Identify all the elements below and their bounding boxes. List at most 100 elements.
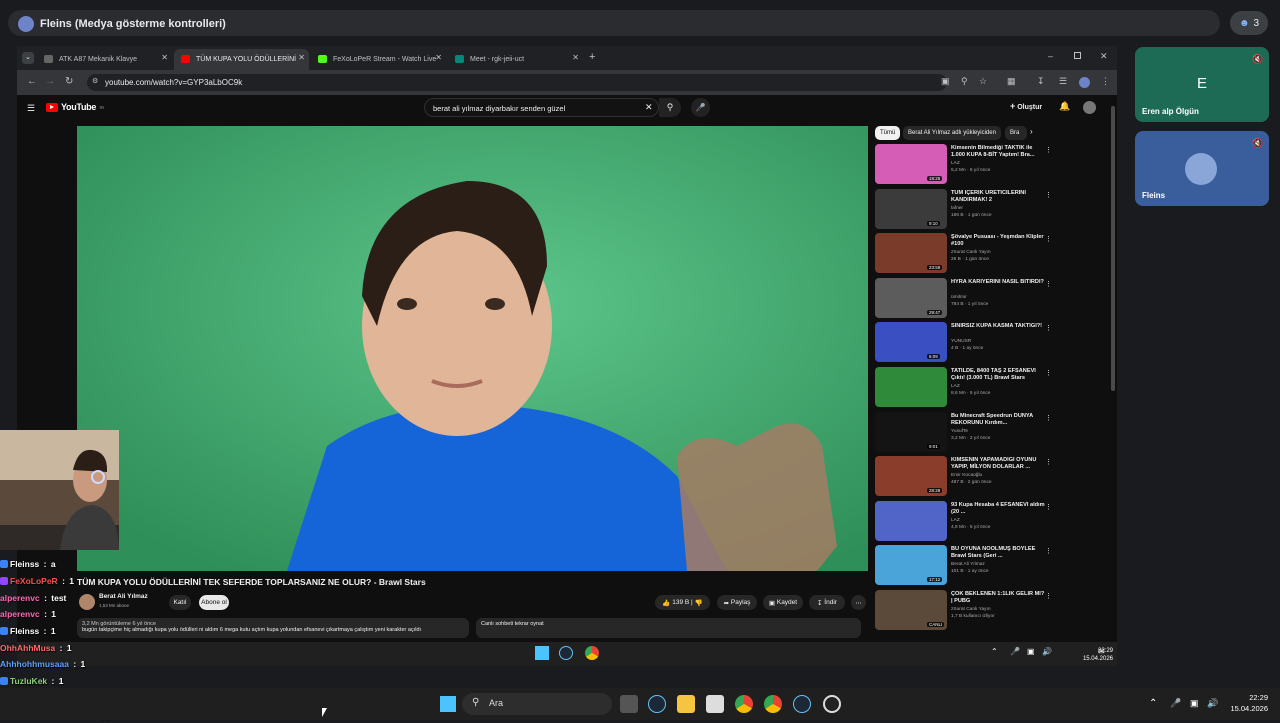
- download-icon[interactable]: ↧: [1037, 76, 1045, 87]
- video-title[interactable]: TATİLDE, 8400 TAŞ 2 EFSANEVİ Çıktı! (3.0…: [951, 368, 1046, 382]
- more-options-icon[interactable]: ⋮: [1045, 280, 1052, 288]
- chip-brawl[interactable]: Bra: [1005, 126, 1027, 140]
- video-title[interactable]: 93 Kupa Hesaba 4 EFSANEVİ aldım (20 ...: [951, 502, 1046, 516]
- store-icon[interactable]: [706, 695, 724, 713]
- chevron-right-icon[interactable]: ›: [1030, 127, 1033, 136]
- video-player[interactable]: [77, 126, 868, 571]
- video-channel[interactable]: zSurat Canlı Yayın: [951, 607, 991, 612]
- microphone-icon[interactable]: 🎤: [691, 98, 710, 117]
- close-tab-icon[interactable]: ✕: [298, 53, 305, 62]
- subscribe-button[interactable]: Abone ol: [199, 595, 229, 610]
- profile-avatar[interactable]: [1079, 77, 1090, 88]
- recommended-video[interactable]: 23:59 Şövalye Pusuası - Yeşmdan Klipler #…: [875, 233, 1065, 275]
- steam-icon-2[interactable]: [793, 695, 811, 713]
- chip-uploader[interactable]: Berat Ali Yılmaz adlı yükleyiciden: [903, 126, 1001, 140]
- video-channel[interactable]: LAZ: [951, 384, 960, 389]
- recommended-video[interactable]: 28:28 KİMSENİN YAPAMADIĞI OYUNU YAPIP, Mİ…: [875, 456, 1065, 498]
- save-button[interactable]: ▣ Kaydet: [763, 595, 803, 610]
- steam-icon[interactable]: [648, 695, 666, 713]
- bookmark-star-icon[interactable]: ☆: [979, 76, 987, 87]
- media-icon[interactable]: ☰: [1059, 76, 1067, 87]
- close-tab-icon[interactable]: ✕: [572, 53, 579, 62]
- windows-start-icon[interactable]: [440, 696, 456, 712]
- more-options-icon[interactable]: ⋮: [1045, 369, 1052, 377]
- more-options-icon[interactable]: ⋮: [1045, 324, 1052, 332]
- chrome-menu-icon[interactable]: ⋮: [1101, 76, 1110, 87]
- more-options-icon[interactable]: ⋮: [1045, 414, 1052, 422]
- volume-tray-icon[interactable]: 🔊: [1207, 698, 1218, 709]
- thumbs-down-icon[interactable]: 👎: [695, 599, 703, 607]
- video-title[interactable]: TÜM İÇERİK ÜRETİCİLERİNİ KANDIRMAK! 2: [951, 190, 1046, 204]
- video-thumbnail[interactable]: [875, 500, 947, 541]
- video-title[interactable]: Şövalye Pusuası - Yeşmdan Klipler #100: [951, 234, 1046, 248]
- video-title[interactable]: SINIRSIZ KUPA KASMA TAKTİĞİ?!: [951, 323, 1046, 330]
- video-channel[interactable]: ümitmir: [951, 295, 967, 300]
- tab-atk-klavye[interactable]: ATK A87 Mekanik Klavye ✕: [37, 49, 172, 70]
- taskbar-search[interactable]: Ara: [462, 693, 612, 715]
- tab-meet[interactable]: Meet - rgk-jeii-uct ✕: [448, 49, 583, 70]
- more-options-icon[interactable]: ⋮: [1045, 458, 1052, 466]
- forward-icon[interactable]: →: [45, 76, 55, 87]
- like-button[interactable]: 👍 139 B | 👎: [655, 595, 710, 610]
- video-title[interactable]: KİMSENİN YAPAMADIĞI OYUNU YAPIP, MİLYON …: [951, 457, 1046, 471]
- recommended-video[interactable]: 6:09 SINIRSIZ KUPA KASMA TAKTİĞİ?! YUNUSR 4…: [875, 322, 1065, 364]
- taskbar-clock[interactable]: 22:29 15.04.2026: [1222, 692, 1268, 714]
- recommended-video[interactable]: 93 Kupa Hesaba 4 EFSANEVİ aldım (20 ... L…: [875, 500, 1065, 543]
- volume-tray-icon[interactable]: 🔊: [1042, 647, 1052, 656]
- more-options-icon[interactable]: ⋮: [1045, 592, 1052, 600]
- tray-chevron-icon[interactable]: ⌃: [991, 647, 998, 656]
- search-icon[interactable]: ⚲: [659, 98, 681, 117]
- download-button[interactable]: ↧ İndir: [809, 595, 845, 610]
- scrollbar[interactable]: [1111, 106, 1115, 391]
- recommended-video[interactable]: 9:10 TÜM İÇERİK ÜRETİCİLERİNİ KANDIRMAK! …: [875, 188, 1065, 231]
- chrome-profile-icon[interactable]: [764, 695, 782, 713]
- more-actions-button[interactable]: ⋯: [851, 595, 866, 610]
- clear-search-icon[interactable]: ✕: [645, 102, 653, 113]
- video-channel[interactable]: Emir Kocaoğlu: [951, 473, 982, 478]
- zoom-icon[interactable]: ⚲: [961, 76, 968, 87]
- youtube-logo[interactable]: YouTube TR: [46, 102, 104, 112]
- video-channel[interactable]: YUNUSR: [951, 339, 971, 344]
- video-channel[interactable]: Berat Ali Yılmaz: [951, 562, 985, 567]
- join-button[interactable]: Katıl: [169, 595, 191, 610]
- video-title[interactable]: HYRA KARİYERİNİ NASIL BİTİRDİ?: [951, 279, 1046, 286]
- video-channel[interactable]: lafner: [951, 206, 963, 211]
- recommended-video[interactable]: TATİLDE, 8400 TAŞ 2 EFSANEVİ Çıktı! (3.0…: [875, 367, 1065, 409]
- video-title[interactable]: BU OYUNA NOOLMUŞ BÖYLEE Brawl Stars (Ger…: [951, 546, 1046, 560]
- file-explorer-icon[interactable]: [677, 695, 695, 713]
- mic-tray-icon[interactable]: 🎤: [1010, 647, 1020, 656]
- more-options-icon[interactable]: ⋮: [1045, 191, 1052, 199]
- hamburger-menu-icon[interactable]: ☰: [27, 103, 35, 114]
- tab-search-button[interactable]: ⌄: [22, 52, 34, 64]
- participants-button[interactable]: ☻ 3: [1230, 11, 1268, 35]
- windows-start-icon[interactable]: [535, 646, 549, 660]
- video-title[interactable]: Bu Minecraft Speedrun DÜNYA REKORUNU Kır…: [951, 413, 1046, 427]
- recommended-video[interactable]: 18:25 Kimsenin Bilmediği TAKTİK ile 1.000…: [875, 144, 1065, 186]
- new-tab-button[interactable]: +: [589, 51, 595, 63]
- video-channel[interactable]: LAZ: [951, 518, 960, 523]
- more-options-icon[interactable]: ⋮: [1045, 503, 1052, 511]
- site-info-icon[interactable]: ⚙: [92, 77, 98, 85]
- more-options-icon[interactable]: ⋮: [1045, 547, 1052, 555]
- chrome-icon[interactable]: [735, 695, 753, 713]
- create-button[interactable]: + Oluştur: [1010, 101, 1042, 111]
- notifications-bell-icon[interactable]: 🔔: [1059, 101, 1070, 112]
- participant-tile-fleins[interactable]: Fleins 🔇: [1135, 131, 1269, 206]
- account-avatar[interactable]: [1083, 101, 1096, 114]
- task-view-icon[interactable]: [620, 695, 638, 713]
- recommended-video[interactable]: CANLI ÇOK BEKLENEN 1:1LİK GELİR MI? | PUB…: [875, 590, 1065, 632]
- obs-icon[interactable]: [823, 695, 841, 713]
- video-title[interactable]: Kimsenin Bilmediği TAKTİK ile 1.000 KUPA…: [951, 145, 1046, 159]
- participant-tile-eren[interactable]: E Eren alp Ölgün 🔇: [1135, 47, 1269, 122]
- network-tray-icon[interactable]: ▣: [1027, 647, 1035, 656]
- mic-tray-icon[interactable]: 🎤: [1170, 698, 1181, 709]
- tab-youtube-video[interactable]: TÜM KUPA YOLU ÖDÜLLERİNİ ✕: [174, 49, 309, 70]
- address-bar[interactable]: youtube.com/watch?v=GYP3aLbOC9k: [87, 74, 947, 91]
- extensions-icon[interactable]: ▦: [1007, 76, 1016, 87]
- tray-chevron-icon[interactable]: ⌃: [1149, 698, 1157, 709]
- close-window-icon[interactable]: ✕: [1100, 51, 1108, 62]
- close-tab-icon[interactable]: ✕: [161, 53, 168, 62]
- chrome-icon[interactable]: [585, 646, 599, 660]
- network-tray-icon[interactable]: ▣: [1190, 698, 1199, 709]
- recommended-video[interactable]: 9:01 Bu Minecraft Speedrun DÜNYA REKORUNU…: [875, 411, 1065, 454]
